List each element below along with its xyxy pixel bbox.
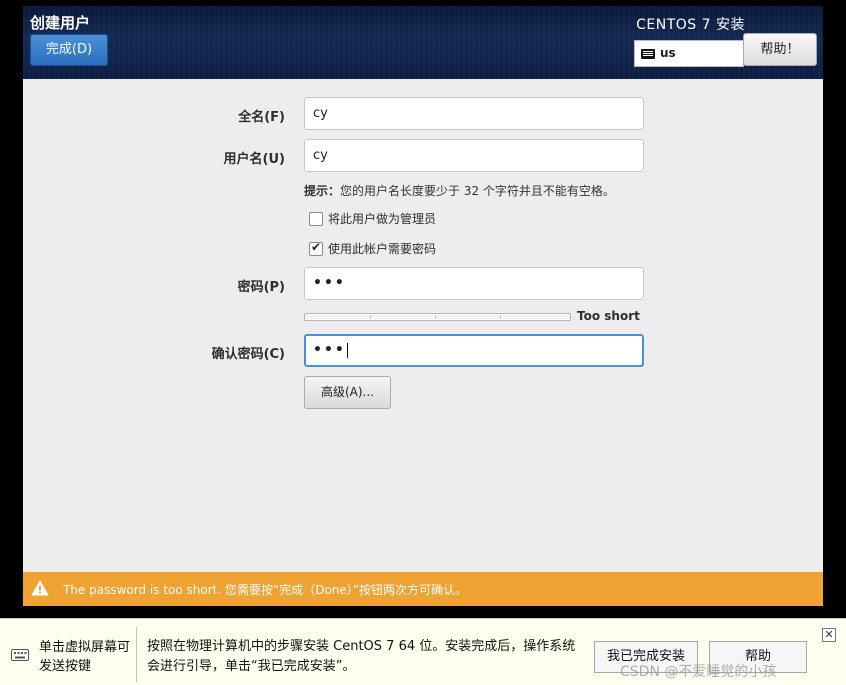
username-input[interactable]: cy — [304, 139, 644, 172]
strength-segment — [306, 315, 371, 319]
fullname-value: cy — [313, 106, 328, 121]
text-caret — [346, 343, 348, 358]
keyboard-layout-label: us — [660, 46, 676, 60]
product-title: CENTOS 7 安装 — [636, 17, 745, 33]
username-hint: 提示：您的用户名长度要少于 32 个字符并且不能有空格。 — [304, 182, 615, 199]
password-strength-bar — [304, 313, 571, 321]
help-button[interactable]: 帮助！ — [743, 33, 817, 66]
make-admin-checkbox-row[interactable]: 将此用户做为管理员 — [309, 210, 436, 227]
username-label: 用户名(U) — [223, 152, 285, 167]
vm-tip-bar: 单击虚拟屏幕可发送按键 按照在物理计算机中的步骤安装 CentOS 7 64 位… — [0, 618, 846, 685]
watermark: CSDN @不爱睡觉的小孩 — [620, 664, 777, 680]
keyboard-icon — [11, 649, 29, 661]
confirm-password-value: ••• — [313, 342, 346, 358]
done-button[interactable]: 完成(D) — [30, 34, 108, 66]
warning-text: The password is too short. 您需要按“完成（Done）… — [63, 583, 467, 597]
fullname-label: 全名(F) — [238, 110, 285, 125]
warning-icon — [31, 580, 49, 596]
make-admin-label: 将此用户做为管理员 — [328, 212, 437, 226]
password-value: ••• — [313, 275, 346, 291]
installer-window: 创建用户 完成(D) CENTOS 7 安装 us 帮助！ 全名(F) cy 用… — [23, 6, 823, 606]
confirm-password-label: 确认密码(C) — [211, 347, 285, 362]
username-value: cy — [313, 148, 328, 163]
advanced-button[interactable]: 高级(A)... — [304, 376, 391, 409]
password-input[interactable]: ••• — [304, 267, 644, 300]
strength-segment — [436, 315, 501, 319]
make-admin-checkbox[interactable] — [309, 212, 323, 226]
tip-text: 按照在物理计算机中的步骤安装 CentOS 7 64 位。安装完成后，操作系统会… — [147, 639, 576, 674]
require-password-checkbox-row[interactable]: 使用此帐户需要密码 — [309, 240, 436, 257]
fullname-input[interactable]: cy — [304, 97, 644, 130]
keyboard-icon — [641, 49, 655, 59]
require-password-label: 使用此帐户需要密码 — [328, 242, 437, 256]
keyboard-layout-indicator[interactable]: us — [634, 40, 744, 67]
require-password-checkbox[interactable] — [309, 240, 323, 256]
hint-label: 提示： — [304, 184, 341, 198]
password-label: 密码(P) — [237, 280, 285, 295]
strength-segment — [371, 315, 436, 319]
hint-text: 您的用户名长度要少于 32 个字符并且不能有空格。 — [340, 184, 615, 198]
vm-screen[interactable]: 创建用户 完成(D) CENTOS 7 安装 us 帮助！ 全名(F) cy 用… — [0, 0, 846, 685]
vm-hint-text: 单击虚拟屏幕可发送按键 — [39, 640, 131, 674]
close-icon[interactable]: ✕ — [822, 628, 836, 642]
tip-divider — [136, 627, 137, 682]
confirm-password-input[interactable]: ••• — [304, 334, 644, 367]
strength-segment — [501, 315, 569, 319]
warning-bar[interactable]: The password is too short. 您需要按“完成（Done）… — [23, 572, 823, 606]
password-strength-text: Too short — [577, 309, 640, 323]
page-title: 创建用户 — [30, 14, 91, 32]
